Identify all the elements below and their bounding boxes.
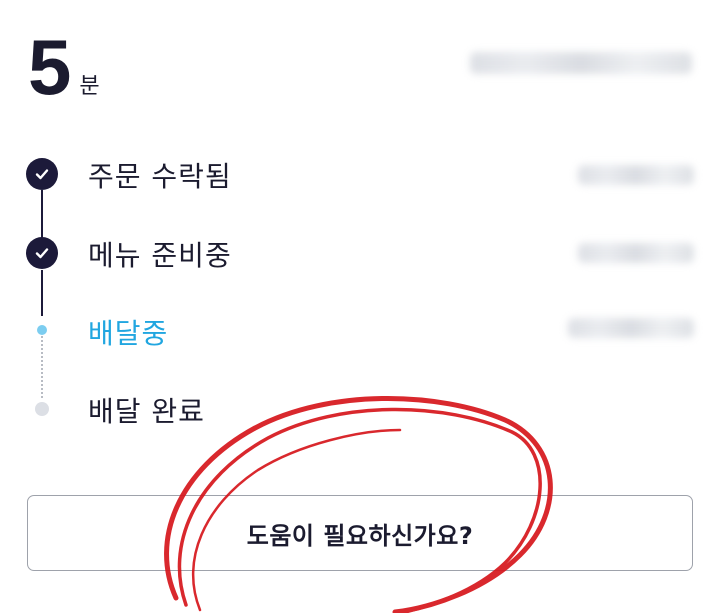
check-icon [35,169,49,180]
timeline-connector-pending [41,336,43,398]
eta-minutes: 5 [28,23,72,111]
eta-unit: 분 [79,74,100,99]
timeline-connector [41,190,43,238]
redacted-step-time [568,318,694,338]
step-label-delivered: 배달 완료 [88,395,205,428]
step-pending-marker [35,402,49,416]
step-label-delivering: 배달중 [88,317,169,350]
redacted-arrival-time [470,52,692,74]
step-current-marker [37,325,47,335]
eta-display: 5 분 [28,23,100,111]
redacted-step-time [578,243,694,263]
help-button[interactable]: 도움이 필요하신가요? [27,495,693,571]
delivery-status-page: 5 분 주문 수락됨 메뉴 준비중 배달중 배달 완료 도움이 필요하신가요? [0,0,717,613]
step-done-marker [26,237,58,269]
timeline-connector [41,270,43,316]
step-done-marker [26,158,58,190]
check-icon [35,248,49,259]
help-button-label: 도움이 필요하신가요? [246,521,474,550]
step-label-preparing: 메뉴 준비중 [88,239,232,272]
step-label-accepted: 주문 수락됨 [88,160,232,193]
redacted-step-time [578,165,694,185]
